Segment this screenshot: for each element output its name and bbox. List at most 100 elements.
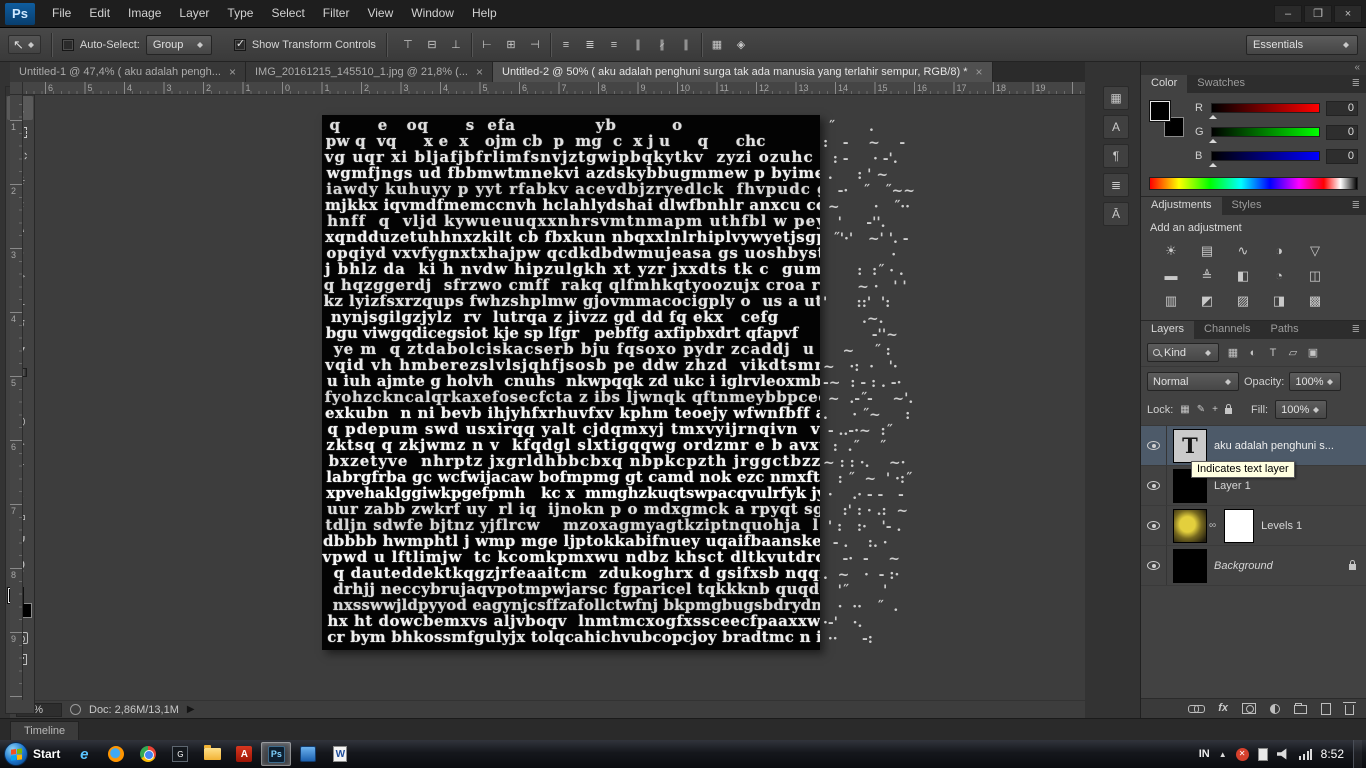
layer-name[interactable]: aku adalah penghuni s... xyxy=(1214,440,1334,452)
close-tab-icon[interactable]: × xyxy=(975,66,982,78)
slider-thumb[interactable] xyxy=(1209,159,1217,167)
tab-swatches[interactable]: Swatches xyxy=(1187,75,1255,93)
tray-document-icon[interactable] xyxy=(1257,747,1268,761)
invert-icon[interactable]: ◩ xyxy=(1189,288,1225,313)
tab-adjustments[interactable]: Adjustments xyxy=(1141,197,1222,215)
firefox-icon[interactable] xyxy=(101,742,131,766)
filter-smart-objects-icon[interactable]: ▣ xyxy=(1303,344,1323,362)
document-tab[interactable]: Untitled-2 @ 50% ( aku adalah penghuni s… xyxy=(493,62,993,82)
photo-filter-icon[interactable]: ◔ xyxy=(1261,263,1297,288)
adjustments-panel-menu-icon[interactable]: ≣ xyxy=(1346,197,1366,215)
layers-panel-menu-icon[interactable]: ≣ xyxy=(1346,321,1366,339)
posterize-icon[interactable]: ▨ xyxy=(1225,288,1261,313)
lock-position-icon[interactable]: + xyxy=(1212,404,1218,415)
menu-edit[interactable]: Edit xyxy=(80,0,119,27)
tab-styles[interactable]: Styles xyxy=(1222,197,1272,215)
app-icon-blue[interactable] xyxy=(293,742,323,766)
auto-select-checkbox[interactable] xyxy=(61,38,74,51)
close-tab-icon[interactable]: × xyxy=(476,66,483,78)
foreground-color-swatch[interactable] xyxy=(1150,101,1170,121)
explorer-folder-icon[interactable] xyxy=(197,742,227,766)
distribute-top-edges-icon[interactable]: ≡ xyxy=(555,35,577,55)
menu-layer[interactable]: Layer xyxy=(170,0,218,27)
fill-dropdown[interactable]: 100% xyxy=(1275,400,1328,419)
layer-thumbnail[interactable] xyxy=(1173,548,1207,583)
filter-adjustment-layers-icon[interactable]: ◐ xyxy=(1243,344,1263,362)
slider-thumb[interactable] xyxy=(1209,111,1217,119)
color-balance-icon[interactable]: ≜ xyxy=(1189,263,1225,288)
adjustment-layer-thumbnail[interactable] xyxy=(1173,508,1207,543)
new-adjustment-layer-icon[interactable] xyxy=(1270,703,1280,714)
start-button[interactable]: Start xyxy=(0,740,68,768)
volume-icon[interactable] xyxy=(1276,748,1287,760)
3d-axis-icon[interactable]: ◈ xyxy=(730,35,752,55)
channel-slider-track[interactable] xyxy=(1209,151,1320,167)
menu-file[interactable]: File xyxy=(43,0,80,27)
curves-icon[interactable]: ∿ xyxy=(1225,238,1261,263)
show-desktop-button[interactable] xyxy=(1353,740,1362,768)
delete-layer-icon[interactable] xyxy=(1343,702,1356,715)
layer-filter-kind-dropdown[interactable]: Kind xyxy=(1147,343,1219,362)
layer-name[interactable]: Background xyxy=(1214,560,1273,572)
color-lookup-icon[interactable]: ▥ xyxy=(1153,288,1189,313)
restore-button[interactable]: ❐ xyxy=(1304,4,1332,23)
link-layers-icon[interactable] xyxy=(1188,705,1206,713)
info-panel-icon[interactable]: ▦ xyxy=(1103,86,1129,110)
lock-all-icon[interactable] xyxy=(1224,404,1232,414)
align-left-edges-icon[interactable]: ⊢ xyxy=(476,35,498,55)
character-styles-panel-icon[interactable]: Ā xyxy=(1103,202,1129,226)
threshold-icon[interactable]: ◨ xyxy=(1261,288,1297,313)
close-button[interactable]: × xyxy=(1334,4,1362,23)
character-panel-icon[interactable]: A xyxy=(1103,115,1129,139)
menu-view[interactable]: View xyxy=(358,0,402,27)
tab-channels[interactable]: Channels xyxy=(1194,321,1260,339)
align-horizontal-centers-icon[interactable]: ⊞ xyxy=(500,35,522,55)
menu-select[interactable]: Select xyxy=(262,0,313,27)
lock-transparent-pixels-icon[interactable]: ▦ xyxy=(1180,404,1189,415)
eye-icon[interactable] xyxy=(1147,441,1160,450)
tool-preset-picker[interactable]: ↖ xyxy=(8,35,41,54)
black-white-icon[interactable]: ◧ xyxy=(1225,263,1261,288)
add-layer-mask-icon[interactable] xyxy=(1242,703,1256,714)
menu-window[interactable]: Window xyxy=(402,0,463,27)
new-group-icon[interactable] xyxy=(1294,703,1307,714)
gom-player-icon[interactable]: G xyxy=(165,742,195,766)
distribute-right-edges-icon[interactable]: ∥ xyxy=(675,35,697,55)
channel-slider-track[interactable] xyxy=(1209,103,1320,119)
document-canvas[interactable]: q e oq s efa yb o pw q vq x e x ojm cb p… xyxy=(322,115,820,650)
exposure-icon[interactable]: ◑ xyxy=(1261,238,1297,263)
network-icon[interactable] xyxy=(1298,748,1312,760)
color-spectrum-ramp[interactable] xyxy=(1149,177,1358,190)
minimize-button[interactable]: – xyxy=(1274,4,1302,23)
status-menu-icon[interactable] xyxy=(70,704,81,715)
layer-name[interactable]: Levels 1 xyxy=(1261,520,1302,532)
vibrance-icon[interactable]: ▽ xyxy=(1297,238,1333,263)
word-icon[interactable]: W xyxy=(325,742,355,766)
filter-type-layers-icon[interactable]: T xyxy=(1263,344,1283,362)
chrome-icon[interactable] xyxy=(133,742,163,766)
foreground-background-swatches[interactable] xyxy=(1149,101,1185,137)
layer-row-levels-1[interactable]: ∞ Levels 1 xyxy=(1141,506,1366,546)
align-vertical-centers-icon[interactable]: ⊟ xyxy=(421,35,443,55)
slider-thumb[interactable] xyxy=(1209,135,1217,143)
tab-paths[interactable]: Paths xyxy=(1261,321,1309,339)
channel-value-field[interactable]: 0 xyxy=(1326,148,1358,164)
auto-align-layers-icon[interactable]: ▦ xyxy=(706,35,728,55)
close-tab-icon[interactable]: × xyxy=(229,66,236,78)
distribute-bottom-edges-icon[interactable]: ≡ xyxy=(603,35,625,55)
new-layer-icon[interactable] xyxy=(1321,702,1331,715)
paragraph-panel-icon[interactable]: ¶ xyxy=(1103,144,1129,168)
eye-icon[interactable] xyxy=(1147,521,1160,530)
layer-name[interactable]: Layer 1 xyxy=(1214,480,1251,492)
filter-shape-layers-icon[interactable]: ▱ xyxy=(1283,344,1303,362)
clock[interactable]: 8:52 xyxy=(1321,747,1344,761)
menu-help[interactable]: Help xyxy=(463,0,506,27)
align-bottom-edges-icon[interactable]: ⊥ xyxy=(445,35,467,55)
channel-slider-track[interactable] xyxy=(1209,127,1320,143)
hue-saturation-icon[interactable]: ▬ xyxy=(1153,263,1189,288)
channel-mixer-icon[interactable]: ◫ xyxy=(1297,263,1333,288)
status-flyout-arrow-icon[interactable]: ▶ xyxy=(187,704,195,715)
language-indicator[interactable]: IN xyxy=(1199,748,1210,760)
layer-row-aku-adalah-penghuni-s[interactable]: Taku adalah penghuni s... xyxy=(1141,426,1366,466)
blend-mode-dropdown[interactable]: Normal xyxy=(1147,372,1239,391)
